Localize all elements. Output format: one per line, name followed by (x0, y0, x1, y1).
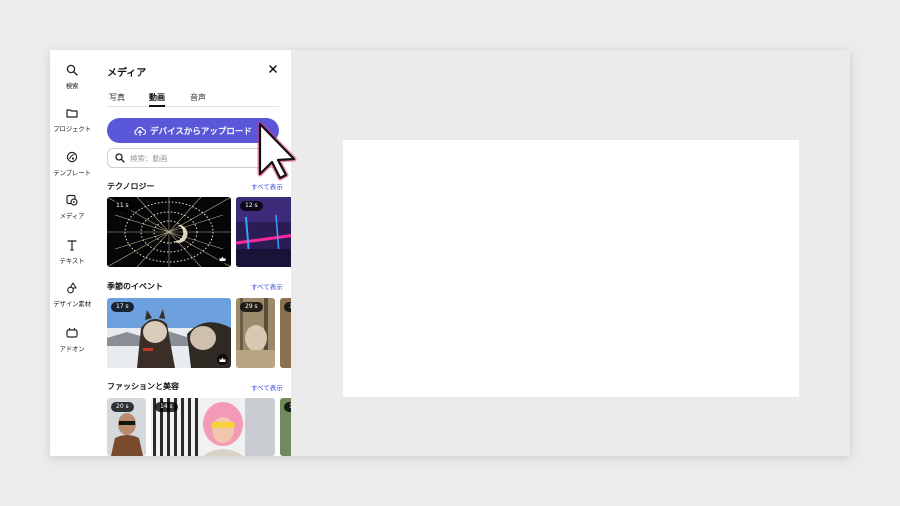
rail-label: テキスト (59, 257, 85, 265)
rail-label: プロジェクト (53, 125, 91, 133)
rail-item-projects[interactable]: プロジェクト (50, 107, 94, 133)
duration-badge: 20 s (111, 402, 134, 412)
video-thumbnail[interactable]: 12 s (236, 197, 291, 267)
tab-audio[interactable]: 音声 (190, 92, 206, 107)
search-icon (115, 153, 125, 163)
folder-icon (66, 109, 78, 118)
video-thumbnail[interactable]: 14 s (151, 398, 275, 456)
upload-button-label: デバイスからアップロード (150, 126, 252, 137)
video-thumbnail[interactable]: 1 (280, 298, 291, 368)
design-elements-icon (67, 282, 77, 294)
duration-badge: 1 (284, 302, 291, 312)
close-button[interactable] (267, 63, 279, 75)
media-icon (66, 194, 78, 206)
template-icon (66, 151, 78, 163)
rail-label: メディア (59, 212, 85, 220)
side-rail: 検索 プロジェクト テンプレート メディア テキスト デザイン素材 アドオン (50, 50, 94, 456)
media-panel: メディア 写真 動画 音声 デバイスからアップロード テクノロジー すべて表示 (94, 50, 291, 456)
duration-badge: 11 s (111, 201, 134, 211)
rail-item-text[interactable]: テキスト (50, 239, 94, 265)
duration-badge: 1 (284, 402, 291, 412)
section-title-fashion-beauty: ファッションと美容 (107, 382, 179, 391)
see-all-link[interactable]: すべて表示 (251, 281, 283, 291)
video-thumbnail[interactable]: 11 s (107, 197, 231, 267)
rail-label: デザイン素材 (53, 300, 91, 308)
rail-item-media[interactable]: メディア (50, 194, 94, 220)
rail-label: テンプレート (53, 169, 91, 177)
duration-badge: 17 s (111, 302, 134, 312)
addon-icon (66, 328, 78, 338)
artboard[interactable] (343, 140, 799, 397)
rail-item-templates[interactable]: テンプレート (50, 151, 94, 177)
section-title-seasonal-events: 季節のイベント (107, 282, 163, 291)
see-all-link[interactable]: すべて表示 (251, 382, 283, 392)
canvas-workspace (291, 50, 850, 456)
video-thumbnail[interactable]: 29 s (236, 298, 275, 368)
panel-title: メディア (107, 68, 147, 79)
duration-badge: 12 s (240, 201, 263, 211)
video-thumbnail[interactable]: 20 s (107, 398, 146, 456)
close-icon (269, 65, 277, 73)
mouse-pointer-icon (257, 121, 297, 181)
tab-photos[interactable]: 写真 (109, 92, 125, 107)
text-icon (67, 240, 77, 251)
search-input[interactable] (130, 153, 270, 163)
section-title-technology: テクノロジー (107, 182, 155, 191)
video-thumbnail[interactable]: 17 s (107, 298, 231, 368)
crown-icon (217, 354, 228, 365)
duration-badge: 14 s (155, 402, 178, 412)
app-window: 検索 プロジェクト テンプレート メディア テキスト デザイン素材 アドオン メ… (50, 50, 850, 456)
see-all-link[interactable]: すべて表示 (251, 181, 283, 191)
video-thumbnail[interactable]: 1 (280, 398, 291, 456)
rail-label: アドオン (59, 345, 85, 353)
duration-badge: 29 s (240, 302, 263, 312)
cloud-upload-icon (134, 126, 147, 136)
rail-item-search[interactable]: 検索 (50, 64, 94, 90)
rail-item-design-elements[interactable]: デザイン素材 (50, 282, 94, 308)
tab-videos[interactable]: 動画 (149, 92, 165, 107)
crown-icon (217, 253, 228, 264)
rail-label: 検索 (65, 82, 79, 90)
rail-item-addons[interactable]: アドオン (50, 327, 94, 353)
media-tabs: 写真 動画 音声 (107, 91, 279, 107)
search-icon (66, 64, 78, 76)
